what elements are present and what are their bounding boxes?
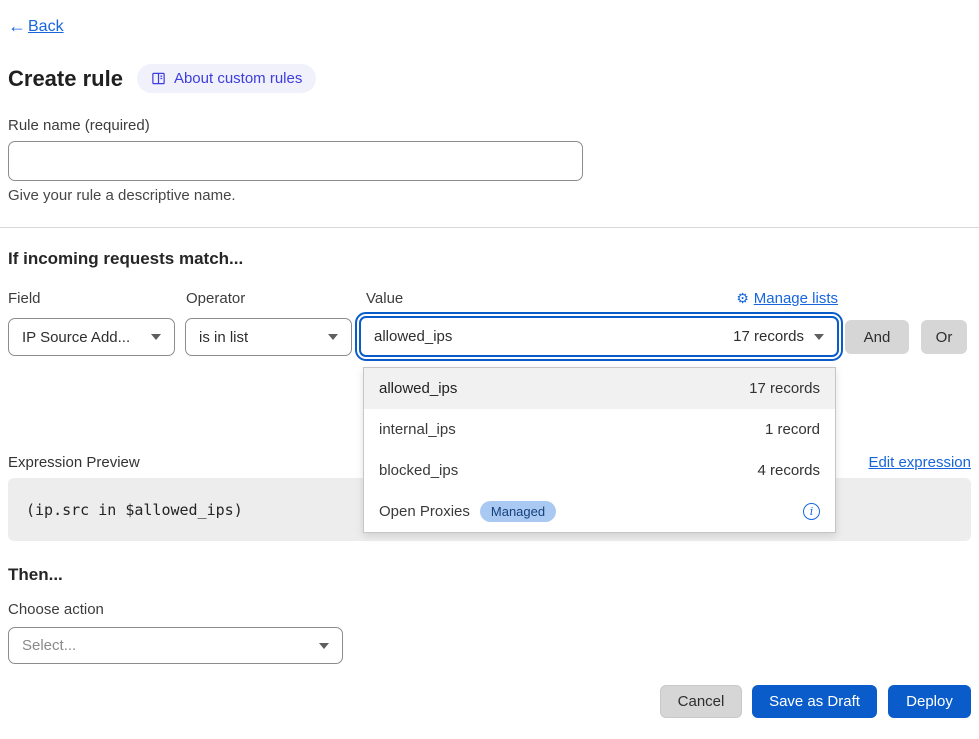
chevron-down-icon: [328, 334, 338, 340]
rule-name-input[interactable]: [8, 141, 583, 181]
value-dropdown-list: allowed_ips 17 records internal_ips 1 re…: [363, 367, 836, 533]
chevron-down-icon: [151, 334, 161, 340]
choose-action-label: Choose action: [8, 601, 104, 618]
expression-code: (ip.src in $allowed_ips): [26, 501, 243, 519]
title-row: Create rule About custom rules: [8, 64, 316, 93]
list-name: Open Proxies: [379, 503, 470, 520]
dropdown-item-allowed-ips[interactable]: allowed_ips 17 records: [364, 368, 835, 409]
value-select-value: allowed_ips: [374, 328, 452, 345]
manage-lists-label[interactable]: Manage lists: [754, 290, 838, 307]
cancel-button[interactable]: Cancel: [660, 685, 742, 718]
managed-badge: Managed: [480, 501, 556, 522]
list-name: blocked_ips: [379, 462, 458, 479]
chevron-down-icon: [319, 643, 329, 649]
rule-name-label: Rule name (required): [8, 117, 150, 134]
back-link[interactable]: ← Back: [8, 16, 64, 37]
about-custom-rules-link[interactable]: About custom rules: [137, 64, 316, 93]
then-section-title: Then...: [8, 565, 63, 585]
list-record-count: 1 record: [765, 421, 820, 438]
list-record-count: 4 records: [757, 462, 820, 479]
back-link-label[interactable]: Back: [28, 18, 64, 36]
and-button[interactable]: And: [845, 320, 909, 354]
or-button[interactable]: Or: [921, 320, 967, 354]
dropdown-item-internal-ips[interactable]: internal_ips 1 record: [364, 409, 835, 450]
section-divider: [0, 227, 979, 228]
field-label: Field: [8, 290, 41, 307]
match-section-title: If incoming requests match...: [8, 249, 243, 269]
action-select-placeholder: Select...: [22, 637, 76, 654]
create-rule-page: ← Back Create rule About custom rules Ru…: [0, 0, 979, 739]
about-custom-rules-label: About custom rules: [174, 70, 302, 87]
dropdown-item-open-proxies[interactable]: Open Proxies Managed i: [364, 491, 835, 532]
gear-icon: ⚙: [736, 290, 749, 307]
operator-label: Operator: [186, 290, 245, 307]
field-select-value: IP Source Add...: [22, 329, 130, 346]
info-icon[interactable]: i: [803, 503, 820, 520]
edit-expression-link[interactable]: Edit expression: [868, 454, 971, 471]
deploy-button[interactable]: Deploy: [888, 685, 971, 718]
action-select[interactable]: Select...: [8, 627, 343, 664]
dropdown-item-blocked-ips[interactable]: blocked_ips 4 records: [364, 450, 835, 491]
operator-select[interactable]: is in list: [185, 318, 352, 356]
list-name: internal_ips: [379, 421, 456, 438]
book-icon: [151, 71, 166, 86]
field-select[interactable]: IP Source Add...: [8, 318, 175, 356]
list-record-count: 17 records: [749, 380, 820, 397]
value-select[interactable]: allowed_ips 17 records: [359, 316, 839, 357]
operator-select-value: is in list: [199, 329, 248, 346]
chevron-down-icon: [814, 334, 824, 340]
manage-lists-link[interactable]: ⚙ Manage lists: [736, 290, 838, 307]
list-name: allowed_ips: [379, 380, 457, 397]
value-label: Value: [366, 290, 403, 307]
value-select-records: 17 records: [733, 328, 804, 345]
page-title: Create rule: [8, 66, 123, 92]
back-arrow-icon: ←: [8, 16, 26, 37]
rule-name-helper-text: Give your rule a descriptive name.: [8, 187, 236, 204]
expression-preview-label: Expression Preview: [8, 454, 140, 471]
save-as-draft-button[interactable]: Save as Draft: [752, 685, 877, 718]
